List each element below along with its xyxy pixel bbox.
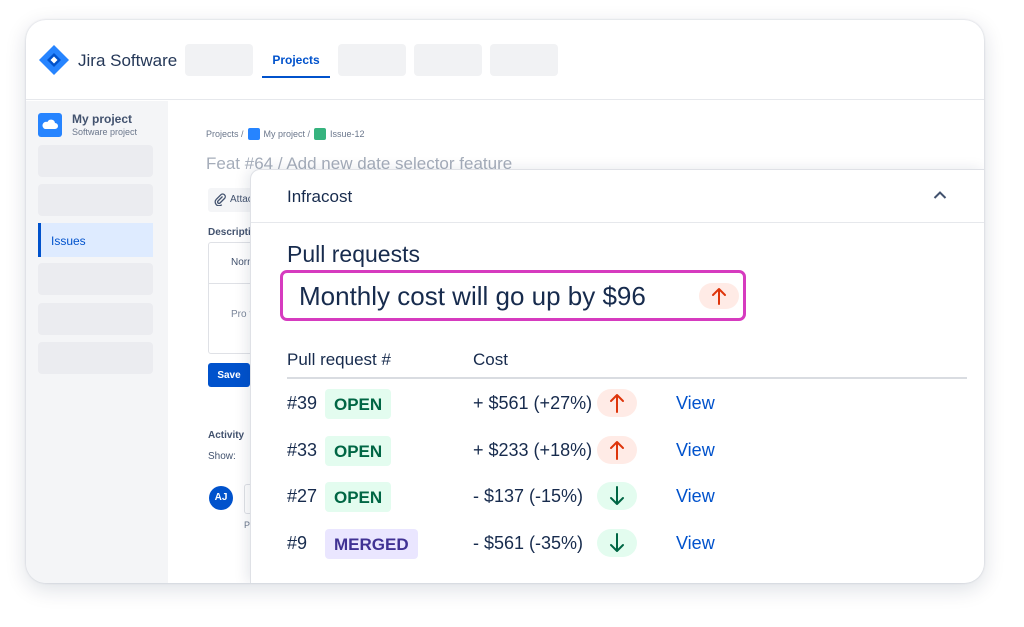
sidebar-item-placeholder[interactable] bbox=[38, 145, 153, 177]
table-row: #27 OPEN - $137 (-15%) View bbox=[251, 480, 984, 514]
activity-label: Activity bbox=[208, 430, 245, 441]
panel-header[interactable]: Infracost bbox=[251, 170, 984, 223]
paperclip-icon bbox=[214, 193, 226, 206]
arrow-up-icon bbox=[712, 288, 726, 305]
table-divider bbox=[287, 377, 967, 379]
pull-requests-heading: Pull requests bbox=[287, 241, 420, 267]
attach-button[interactable]: Attach bbox=[208, 188, 256, 212]
arrow-down-icon bbox=[610, 486, 624, 505]
project-name[interactable]: My project bbox=[72, 112, 132, 126]
cost-trend-pill bbox=[597, 529, 637, 557]
breadcrumb-issue[interactable]: Issue-12 bbox=[330, 129, 365, 139]
table-row: #39 OPEN + $561 (+27%) View bbox=[251, 387, 984, 421]
arrow-down-icon bbox=[610, 533, 624, 552]
table-row: #33 OPEN + $233 (+18%) View bbox=[251, 434, 984, 468]
cost-trend-pill bbox=[597, 436, 637, 464]
top-navigation: Jira Software Projects bbox=[26, 20, 984, 100]
cost-delta: + $561 (+27%) bbox=[473, 393, 593, 413]
pr-number: #27 bbox=[287, 486, 318, 506]
column-header-cost: Cost bbox=[473, 350, 508, 369]
view-link[interactable]: View bbox=[676, 393, 715, 414]
sidebar-item-placeholder[interactable] bbox=[38, 263, 153, 295]
view-link[interactable]: View bbox=[676, 533, 715, 554]
nav-tab-projects[interactable]: Projects bbox=[262, 42, 330, 78]
arrow-up-icon bbox=[610, 394, 624, 413]
panel-title: Infracost bbox=[287, 187, 353, 206]
avatar[interactable]: AJ bbox=[209, 486, 233, 510]
sidebar-item-issues[interactable]: Issues bbox=[38, 223, 153, 257]
view-link[interactable]: View bbox=[676, 440, 715, 461]
status-badge: OPEN bbox=[325, 389, 392, 419]
show-label: Show: bbox=[208, 451, 236, 462]
cost-summary-text: Monthly cost will go up by $96 bbox=[299, 281, 646, 311]
sidebar-item-placeholder[interactable] bbox=[38, 303, 153, 335]
status-badge: MERGED bbox=[325, 529, 418, 559]
story-icon bbox=[314, 128, 327, 140]
project-type: Software project bbox=[72, 127, 138, 137]
arrow-up-icon bbox=[610, 441, 624, 460]
cost-delta: - $137 (-15%) bbox=[473, 486, 584, 506]
sidebar-item-placeholder[interactable] bbox=[38, 342, 153, 374]
save-button[interactable]: Save bbox=[208, 363, 250, 387]
infracost-panel: Infracost Pull requests Monthly cost wil… bbox=[250, 169, 984, 583]
cost-trend-pill bbox=[597, 389, 637, 417]
table-row: #9 MERGED - $561 (-35%) View bbox=[251, 527, 984, 561]
view-link[interactable]: View bbox=[676, 486, 715, 507]
cost-summary-box: Monthly cost will go up by $96 bbox=[280, 270, 746, 321]
cost-delta: + $233 (+18%) bbox=[473, 440, 593, 460]
chevron-up-icon[interactable] bbox=[933, 190, 947, 200]
project-sidebar: My project Software project Issues bbox=[26, 101, 168, 583]
sidebar-item-placeholder[interactable] bbox=[38, 184, 153, 216]
breadcrumb-project[interactable]: My project / bbox=[264, 129, 311, 139]
nav-item-placeholder[interactable] bbox=[185, 44, 253, 76]
pr-number: #9 bbox=[287, 533, 308, 553]
column-header-pr: Pull request # bbox=[287, 350, 391, 369]
jira-logo-icon[interactable] bbox=[38, 44, 70, 76]
breadcrumb: Projects / My project / Issue-12 bbox=[206, 128, 365, 140]
project-cloud-icon bbox=[38, 113, 62, 137]
cost-trend-pill bbox=[597, 482, 637, 510]
status-badge: OPEN bbox=[325, 482, 392, 512]
pr-number: #33 bbox=[287, 440, 318, 460]
nav-item-placeholder[interactable] bbox=[414, 44, 482, 76]
project-cloud-icon bbox=[247, 128, 260, 140]
app-window: Jira Software Projects My project Softwa… bbox=[26, 20, 984, 583]
nav-item-placeholder[interactable] bbox=[490, 44, 558, 76]
brand-name[interactable]: Jira Software bbox=[78, 51, 177, 71]
nav-item-placeholder[interactable] bbox=[338, 44, 406, 76]
pr-number: #39 bbox=[287, 393, 318, 413]
status-badge: OPEN bbox=[325, 436, 392, 466]
breadcrumb-projects[interactable]: Projects / bbox=[206, 129, 244, 139]
cost-trend-pill bbox=[699, 283, 739, 309]
cost-delta: - $561 (-35%) bbox=[473, 533, 584, 553]
